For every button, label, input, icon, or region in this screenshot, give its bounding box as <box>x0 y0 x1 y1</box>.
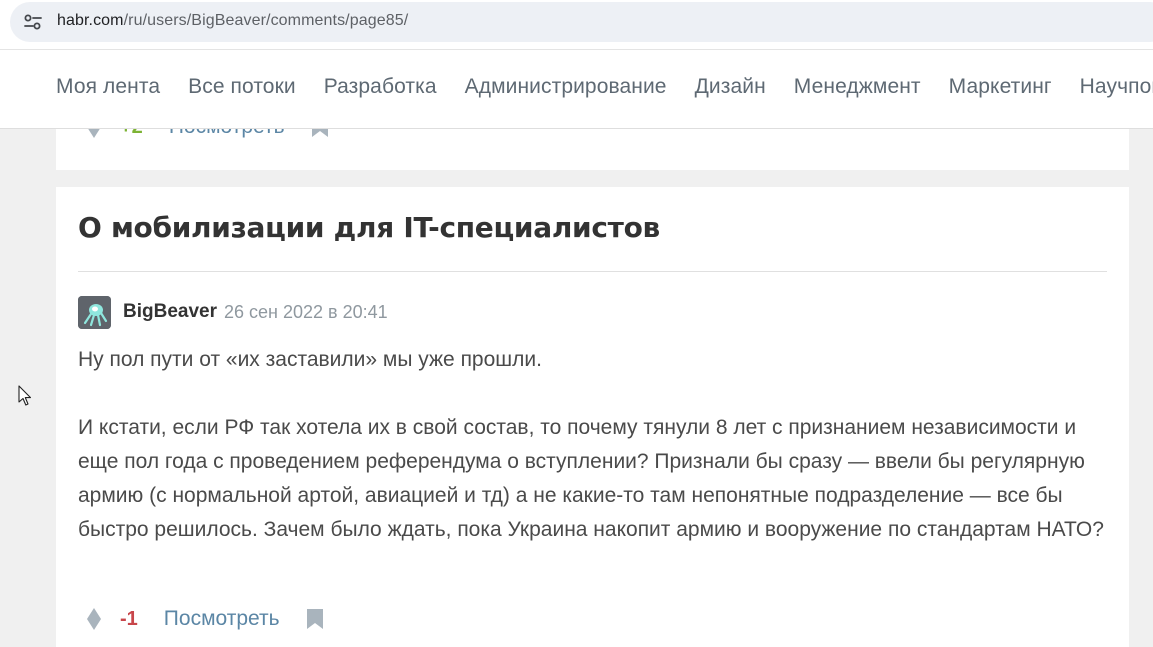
nav-item-my-feed[interactable]: Моя лента <box>56 75 160 99</box>
bookmark-icon[interactable] <box>306 608 324 630</box>
habr-top-nav: Моя лента Все потоки Разработка Админист… <box>0 50 1153 129</box>
vote-diamond-icon[interactable] <box>84 606 104 632</box>
view-link[interactable]: Посмотреть <box>164 607 280 631</box>
url-host: habr.com <box>57 12 124 29</box>
nav-item-all-streams[interactable]: Все потоки <box>188 75 296 99</box>
browser-address-bar: habr.com/ru/users/BigBeaver/comments/pag… <box>0 0 1153 50</box>
comment-paragraph: Ну пол пути от «их заставили» мы уже про… <box>78 348 542 371</box>
nav-items: Моя лента Все потоки Разработка Админист… <box>56 75 1153 99</box>
comment-meta: BigBeaver 26 сен 2022 в 20:41 <box>78 295 388 329</box>
nav-item-administration[interactable]: Администрирование <box>465 75 667 99</box>
url-path: /ru/users/BigBeaver/comments/page85/ <box>123 12 409 29</box>
nav-item-management[interactable]: Менеджмент <box>794 75 921 99</box>
url-text: habr.com/ru/users/BigBeaver/comments/pag… <box>57 12 408 30</box>
username-link[interactable]: BigBeaver <box>123 301 217 323</box>
nav-item-development[interactable]: Разработка <box>324 75 437 99</box>
comment-paragraph: И кстати, если РФ так хотела их в свой с… <box>78 416 1104 541</box>
mouse-cursor-icon <box>18 385 32 407</box>
nav-item-marketing[interactable]: Маркетинг <box>949 75 1052 99</box>
title-divider <box>78 271 1107 272</box>
comment-timestamp[interactable]: 26 сен 2022 в 20:41 <box>224 302 388 323</box>
comment-score: -1 <box>120 607 138 630</box>
comment-card: О мобилизации для IT-специалистов BigBea… <box>56 187 1129 647</box>
nav-item-popsci[interactable]: Научпоп <box>1080 75 1153 99</box>
avatar[interactable] <box>78 295 111 329</box>
tune-icon[interactable] <box>20 9 46 35</box>
nav-item-design[interactable]: Дизайн <box>695 75 766 99</box>
vote-row: -1 Посмотреть <box>84 606 324 632</box>
url-field[interactable]: habr.com/ru/users/BigBeaver/comments/pag… <box>10 2 1153 42</box>
post-title-link[interactable]: О мобилизации для IT-специалистов <box>78 211 660 244</box>
comment-body: Ну пол пути от «их заставили» мы уже про… <box>78 343 1108 547</box>
